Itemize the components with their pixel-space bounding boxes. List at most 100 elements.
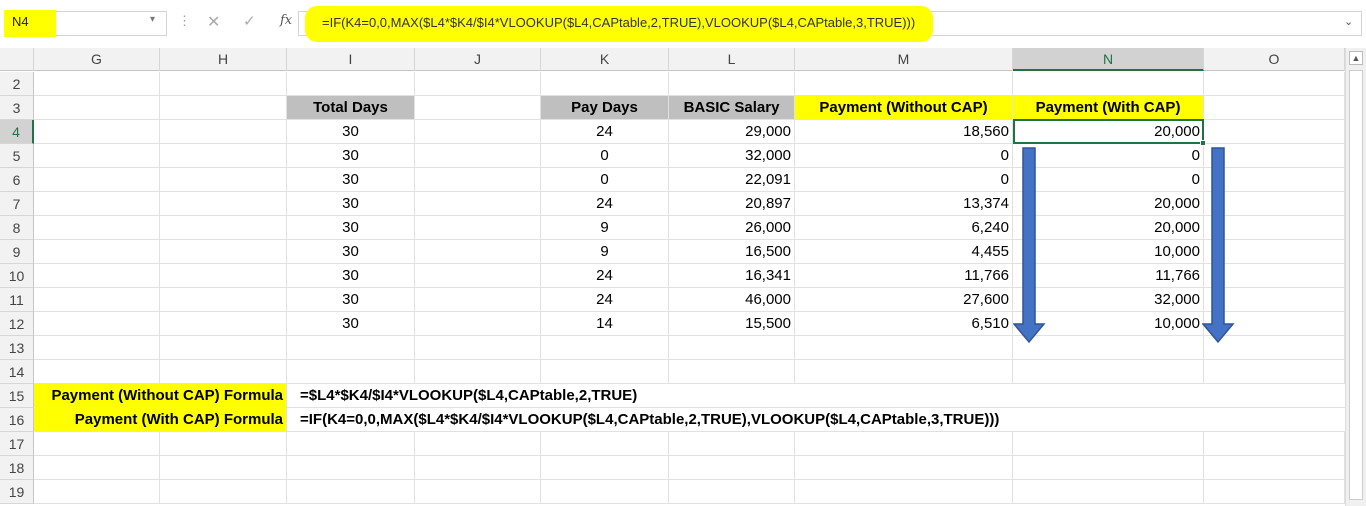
cell-h13[interactable] xyxy=(160,336,287,360)
cell-payment-without-cap[interactable]: 0 xyxy=(795,144,1013,168)
row-header[interactable]: 5 xyxy=(0,144,34,168)
cell-pay-days[interactable]: 0 xyxy=(541,168,669,192)
cell-pay-days[interactable]: 9 xyxy=(541,240,669,264)
cell-g17[interactable] xyxy=(34,432,160,456)
cell-pay-days[interactable]: 24 xyxy=(541,192,669,216)
cell-total-days[interactable]: 30 xyxy=(287,264,415,288)
insert-function-icon[interactable]: fx xyxy=(280,13,292,28)
cell-n14[interactable] xyxy=(1013,360,1204,384)
cell-h14[interactable] xyxy=(160,360,287,384)
cell-n2[interactable] xyxy=(1013,72,1204,96)
cell-h6[interactable] xyxy=(160,168,287,192)
chevron-down-icon[interactable]: ▾ xyxy=(150,14,155,25)
cell-pay-days[interactable]: 24 xyxy=(541,288,669,312)
cell-g12[interactable] xyxy=(34,312,160,336)
cell-h4[interactable] xyxy=(160,120,287,144)
row-header[interactable]: 7 xyxy=(0,192,34,216)
column-header-i[interactable]: I xyxy=(287,48,415,71)
cell-i19[interactable] xyxy=(287,480,415,504)
worksheet-grid[interactable]: 2 3 Total Days Pay Days BASIC Salary Pay… xyxy=(0,72,1345,506)
cell-basic-salary[interactable]: 32,000 xyxy=(669,144,795,168)
column-header-h[interactable]: H xyxy=(160,48,287,71)
cell-j3[interactable] xyxy=(415,96,541,120)
cell-h10[interactable] xyxy=(160,264,287,288)
row-header[interactable]: 12 xyxy=(0,312,34,336)
cell-l14[interactable] xyxy=(669,360,795,384)
cell-h2[interactable] xyxy=(160,72,287,96)
cell-k18[interactable] xyxy=(541,456,669,480)
cell-j18[interactable] xyxy=(415,456,541,480)
cell-k2[interactable] xyxy=(541,72,669,96)
row-header[interactable]: 6 xyxy=(0,168,34,192)
cell-o9[interactable] xyxy=(1204,240,1345,264)
cell-o8[interactable] xyxy=(1204,216,1345,240)
fill-handle[interactable] xyxy=(1200,140,1206,146)
formula-text[interactable]: =IF(K4=0,0,MAX($L4*$K4/$I4*VLOOKUP($L4,C… xyxy=(322,15,915,30)
cell-total-days[interactable]: 30 xyxy=(287,168,415,192)
cancel-icon[interactable]: ✕ xyxy=(207,12,220,32)
header-payment-with-cap[interactable]: Payment (With CAP) xyxy=(1013,96,1204,120)
cell-g2[interactable] xyxy=(34,72,160,96)
cell-g18[interactable] xyxy=(34,456,160,480)
cell-pay-days[interactable]: 9 xyxy=(541,216,669,240)
cell-i14[interactable] xyxy=(287,360,415,384)
label-payment-with-cap-formula[interactable]: Payment (With CAP) Formula xyxy=(34,408,287,432)
column-header-k[interactable]: K xyxy=(541,48,669,71)
expand-formula-bar-icon[interactable]: ⌄ xyxy=(1344,15,1353,28)
cell-payment-with-cap[interactable]: 32,000 xyxy=(1013,288,1204,312)
cell-total-days[interactable]: 30 xyxy=(287,312,415,336)
cell-j7[interactable] xyxy=(415,192,541,216)
column-header-m[interactable]: M xyxy=(795,48,1013,71)
cell-basic-salary[interactable]: 46,000 xyxy=(669,288,795,312)
cell-pay-days[interactable]: 24 xyxy=(541,264,669,288)
cell-payment-with-cap[interactable]: 0 xyxy=(1013,168,1204,192)
cell-payment-with-cap[interactable]: 10,000 xyxy=(1013,312,1204,336)
cell-g5[interactable] xyxy=(34,144,160,168)
row-header[interactable]: 11 xyxy=(0,288,34,312)
cell-payment-without-cap[interactable]: 18,560 xyxy=(795,120,1013,144)
cell-o13[interactable] xyxy=(1204,336,1345,360)
header-pay-days[interactable]: Pay Days xyxy=(541,96,669,120)
cell-payment-with-cap[interactable]: 20,000 xyxy=(1013,216,1204,240)
cell-total-days[interactable]: 30 xyxy=(287,120,415,144)
cell-g10[interactable] xyxy=(34,264,160,288)
cell-o12[interactable] xyxy=(1204,312,1345,336)
cell-total-days[interactable]: 30 xyxy=(287,144,415,168)
cell-basic-salary[interactable]: 22,091 xyxy=(669,168,795,192)
cell-n13[interactable] xyxy=(1013,336,1204,360)
cell-o17[interactable] xyxy=(1204,432,1345,456)
cell-pay-days[interactable]: 0 xyxy=(541,144,669,168)
vertical-scrollbar[interactable]: ▲ xyxy=(1345,48,1366,506)
cell-total-days[interactable]: 30 xyxy=(287,192,415,216)
cell-h12[interactable] xyxy=(160,312,287,336)
row-header[interactable]: 16 xyxy=(0,408,34,432)
cell-pay-days[interactable]: 14 xyxy=(541,312,669,336)
header-total-days[interactable]: Total Days xyxy=(287,96,415,120)
cell-o11[interactable] xyxy=(1204,288,1345,312)
cell-h3[interactable] xyxy=(160,96,287,120)
cell-m13[interactable] xyxy=(795,336,1013,360)
cell-basic-salary[interactable]: 20,897 xyxy=(669,192,795,216)
row-header[interactable]: 2 xyxy=(0,72,34,96)
cell-i18[interactable] xyxy=(287,456,415,480)
cell-h9[interactable] xyxy=(160,240,287,264)
column-header-g[interactable]: G xyxy=(34,48,160,71)
cell-j14[interactable] xyxy=(415,360,541,384)
cell-payment-without-cap[interactable]: 6,510 xyxy=(795,312,1013,336)
cell-l18[interactable] xyxy=(669,456,795,480)
row-header[interactable]: 3 xyxy=(0,96,34,120)
cell-total-days[interactable]: 30 xyxy=(287,288,415,312)
cell-basic-salary[interactable]: 29,000 xyxy=(669,120,795,144)
cell-k14[interactable] xyxy=(541,360,669,384)
cell-k13[interactable] xyxy=(541,336,669,360)
cell-j6[interactable] xyxy=(415,168,541,192)
cell-j13[interactable] xyxy=(415,336,541,360)
column-header-n[interactable]: N xyxy=(1013,48,1204,71)
cell-g8[interactable] xyxy=(34,216,160,240)
cell-h18[interactable] xyxy=(160,456,287,480)
cell-o14[interactable] xyxy=(1204,360,1345,384)
cell-payment-without-cap[interactable]: 6,240 xyxy=(795,216,1013,240)
cell-o5[interactable] xyxy=(1204,144,1345,168)
cell-o7[interactable] xyxy=(1204,192,1345,216)
cell-basic-salary[interactable]: 15,500 xyxy=(669,312,795,336)
